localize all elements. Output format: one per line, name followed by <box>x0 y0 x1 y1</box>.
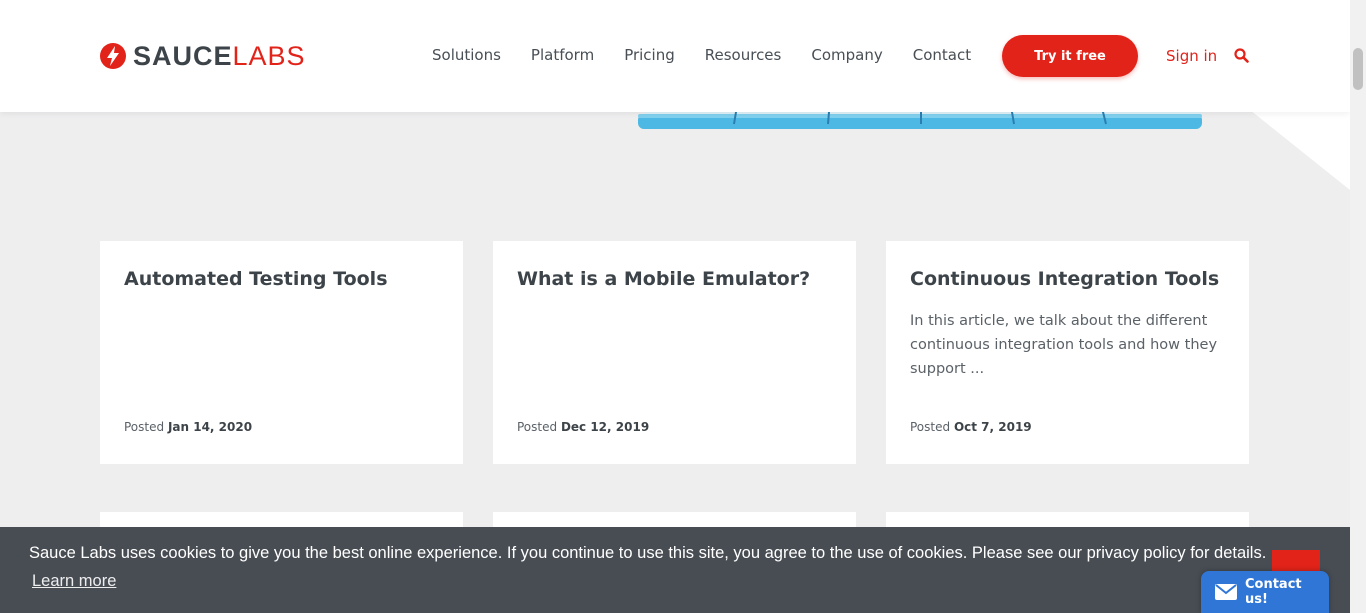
posted-label: Posted <box>124 420 165 434</box>
contact-us-button[interactable]: Contact us! <box>1201 571 1329 613</box>
nav-item-solutions[interactable]: Solutions <box>432 44 501 66</box>
nav-item-contact[interactable]: Contact <box>913 44 971 66</box>
search-icon[interactable] <box>1234 48 1249 63</box>
main-nav: Solutions Platform Pricing Resources Com… <box>432 44 971 66</box>
card-date: Posted Oct 7, 2019 <box>910 420 1032 434</box>
cookie-message: Sauce Labs uses cookies to give you the … <box>29 544 1267 562</box>
card-date: Posted Jan 14, 2020 <box>124 420 252 434</box>
card-title[interactable]: Continuous Integration Tools <box>910 267 1229 291</box>
card-date: Posted Dec 12, 2019 <box>517 420 649 434</box>
posted-label: Posted <box>517 420 558 434</box>
scrollbar-thumb[interactable] <box>1353 48 1363 90</box>
sign-in-link[interactable]: Sign in <box>1166 45 1217 67</box>
posted-date: Oct 7, 2019 <box>953 420 1032 434</box>
learn-more-link[interactable]: Learn more <box>32 572 116 591</box>
logo-text-sauce: SAUCE <box>133 40 233 71</box>
page-scrollbar[interactable] <box>1350 0 1366 613</box>
posted-date: Dec 12, 2019 <box>560 420 650 434</box>
card-title[interactable]: Automated Testing Tools <box>124 267 443 291</box>
nav-item-pricing[interactable]: Pricing <box>624 44 675 66</box>
nav-item-company[interactable]: Company <box>811 44 882 66</box>
article-card[interactable]: Continuous Integration Tools In this art… <box>886 241 1249 464</box>
try-it-free-button[interactable]: Try it free <box>1002 35 1138 77</box>
posted-date: Jan 14, 2020 <box>167 420 253 434</box>
mail-icon <box>1215 584 1237 600</box>
nav-item-resources[interactable]: Resources <box>705 44 782 66</box>
article-card[interactable]: Automated Testing Tools Posted Jan 14, 2… <box>100 241 463 464</box>
saucelabs-logo[interactable]: SAUCE LABS <box>99 40 306 72</box>
nav-item-platform[interactable]: Platform <box>531 44 594 66</box>
site-header: SAUCE LABS Solutions Platform Pricing Re… <box>0 0 1350 112</box>
cookie-consent-bar: Sauce Labs uses cookies to give you the … <box>0 527 1350 613</box>
sauce-logo-icon <box>100 43 126 69</box>
contact-us-label: Contact us! <box>1244 577 1302 607</box>
article-card[interactable]: What is a Mobile Emulator? Posted Dec 12… <box>493 241 856 464</box>
posted-label: Posted <box>910 420 951 434</box>
card-title[interactable]: What is a Mobile Emulator? <box>517 267 836 291</box>
logo-text-labs: LABS <box>232 40 306 71</box>
card-excerpt: In this article, we talk about the diffe… <box>910 313 1218 377</box>
